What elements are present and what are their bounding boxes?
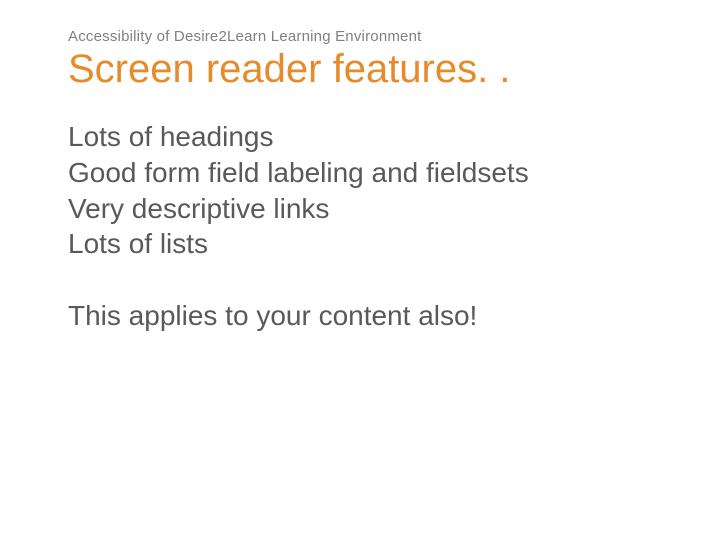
breadcrumb: Accessibility of Desire2Learn Learning E… [68, 28, 720, 45]
list-item: Lots of headings [68, 119, 628, 155]
list-item: Very descriptive links [68, 191, 628, 227]
page-title: Screen reader features. . [68, 47, 720, 91]
list-item: Lots of lists [68, 226, 628, 262]
list-item: Good form field labeling and fieldsets [68, 155, 628, 191]
footer-note: This applies to your content also! [68, 298, 720, 334]
body-content: Lots of headings Good form field labelin… [68, 119, 628, 262]
